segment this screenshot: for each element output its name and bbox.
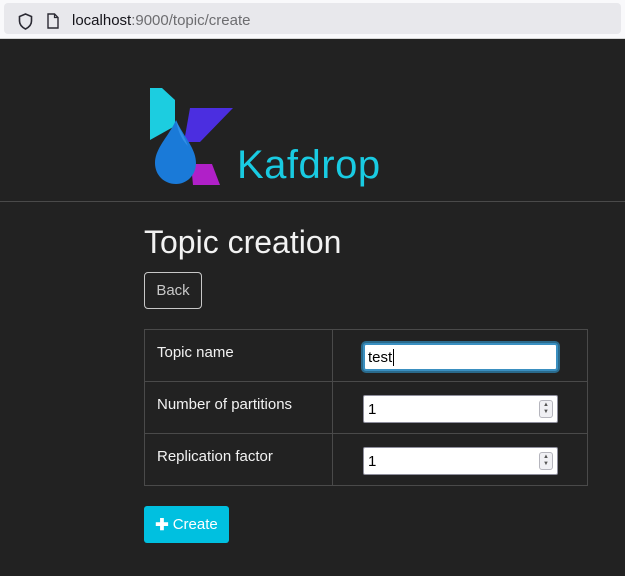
page-icon: [47, 13, 59, 33]
stepper-up-icon[interactable]: ▲: [543, 454, 549, 461]
url-host: localhost: [72, 12, 132, 29]
field-control-cell: 1 ▲ ▼: [332, 381, 588, 434]
field-label: Topic name: [144, 329, 333, 382]
replication-input[interactable]: 1 ▲ ▼: [363, 447, 558, 475]
url-bar[interactable]: localhost:9000/topic/create: [4, 3, 621, 34]
replication-stepper[interactable]: ▲ ▼: [539, 452, 553, 470]
partitions-stepper[interactable]: ▲ ▼: [539, 400, 553, 418]
url-path: :9000/topic/create: [131, 12, 251, 29]
stepper-up-icon[interactable]: ▲: [543, 402, 549, 409]
replication-value: 1: [368, 452, 377, 470]
back-button[interactable]: Back: [144, 272, 202, 309]
form-row-partitions: Number of partitions 1 ▲ ▼: [144, 381, 588, 434]
partitions-input[interactable]: 1 ▲ ▼: [363, 395, 558, 423]
form-row-topic-name: Topic name test: [144, 329, 588, 382]
header-divider: [0, 201, 625, 202]
browser-toolbar: localhost:9000/topic/create: [0, 0, 625, 39]
field-control-cell: 1 ▲ ▼: [332, 433, 588, 486]
stepper-down-icon[interactable]: ▼: [543, 461, 549, 468]
text-caret: [393, 348, 395, 366]
brand-name[interactable]: Kafdrop: [237, 143, 381, 188]
shield-icon[interactable]: [18, 13, 33, 34]
create-label: Create: [172, 516, 218, 533]
field-label: Replication factor: [144, 433, 333, 486]
topic-name-value: test: [368, 348, 393, 366]
plus-icon: ✚: [155, 516, 169, 534]
field-control-cell: test: [332, 329, 588, 382]
topic-name-input[interactable]: test: [363, 343, 558, 371]
url-text[interactable]: localhost:9000/topic/create: [72, 12, 250, 29]
stepper-down-icon[interactable]: ▼: [543, 409, 549, 416]
create-button[interactable]: ✚ Create: [144, 506, 229, 543]
topic-form-table: Topic name test Number of partitions 1 ▲…: [144, 329, 588, 486]
partitions-value: 1: [368, 400, 377, 418]
field-label: Number of partitions: [144, 381, 333, 434]
form-row-replication: Replication factor 1 ▲ ▼: [144, 433, 588, 486]
kafdrop-logo[interactable]: [150, 88, 234, 190]
page-title: Topic creation: [144, 224, 342, 260]
